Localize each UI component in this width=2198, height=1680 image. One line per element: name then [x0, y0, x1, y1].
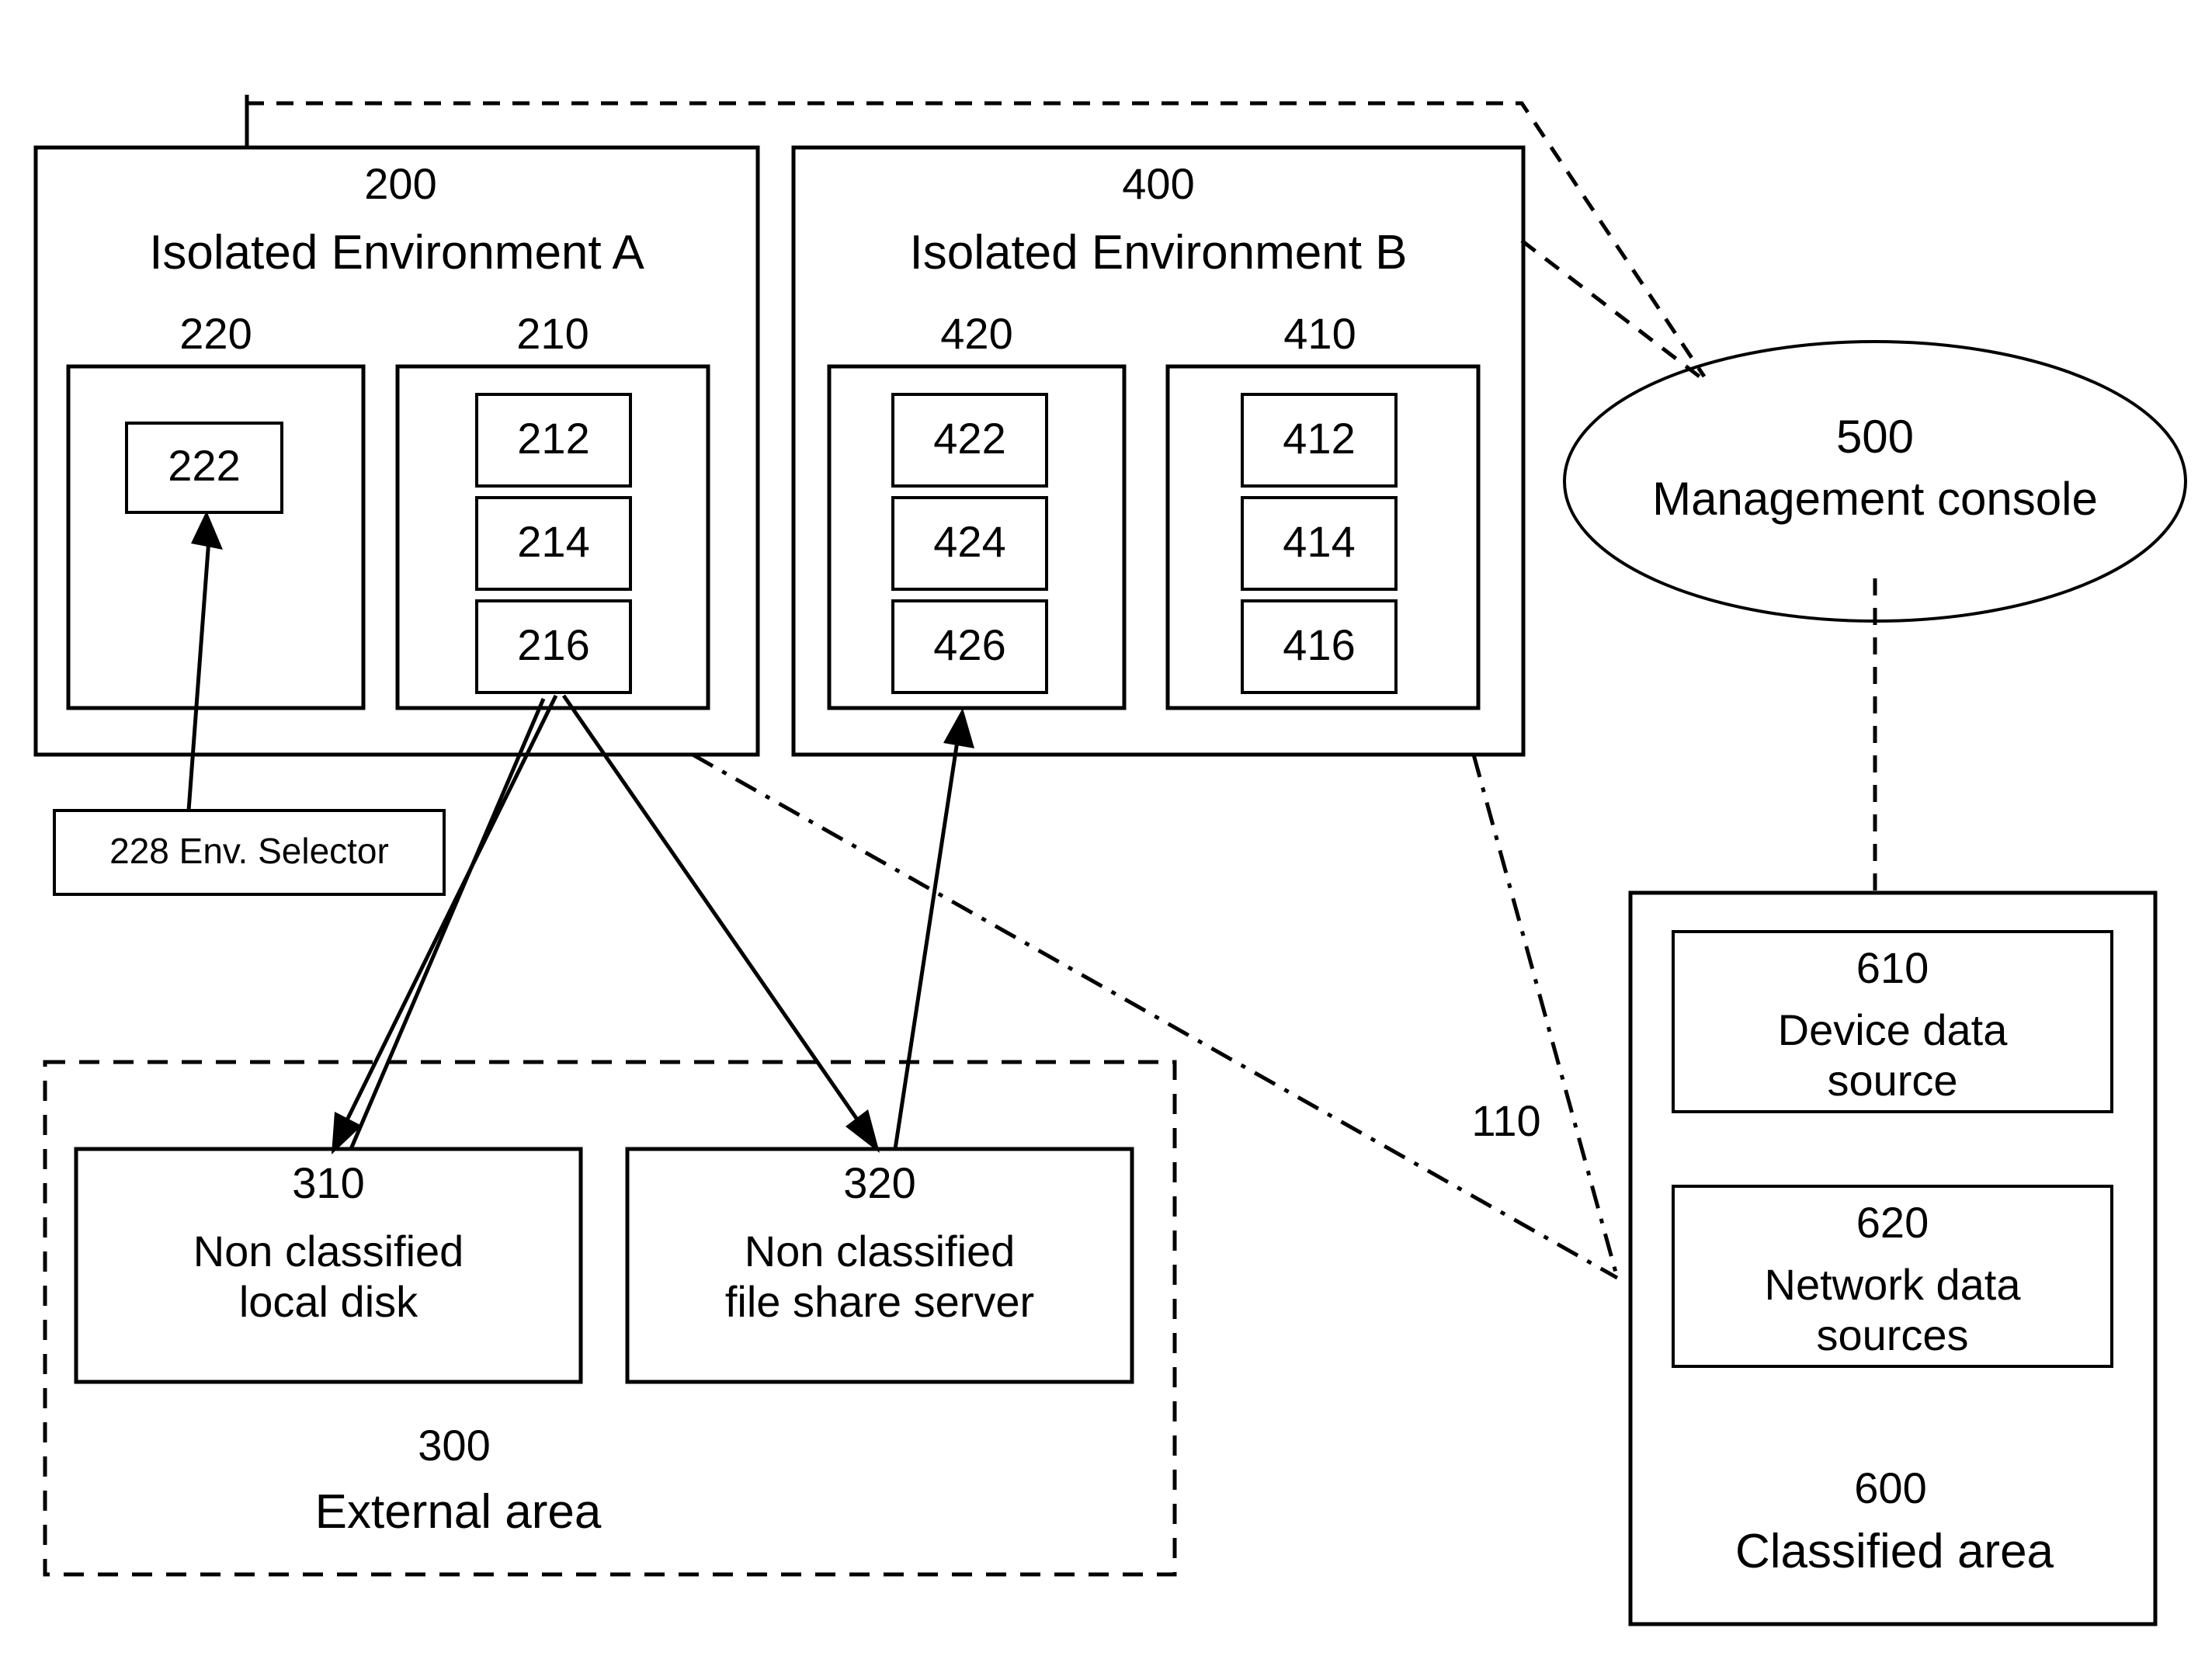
arrow-216-to-320 [561, 694, 880, 1153]
external-item-310-title-label: Non classified local disk [193, 1227, 464, 1326]
env-b-item-426-label: 426 [933, 620, 1006, 669]
env-a-group-220-ref-label: 220 [179, 309, 252, 358]
env-b-item-416-label: 416 [1283, 620, 1356, 669]
env-a-item-212-label: 212 [517, 414, 590, 463]
env-a-group-210-ref-label: 210 [516, 309, 589, 358]
external-area-title-label: External area [314, 1485, 602, 1539]
env-b-group-420-ref-label: 420 [940, 309, 1013, 358]
env-b-item-412-label: 412 [1283, 414, 1356, 463]
external-area-ref-label: 300 [418, 1421, 491, 1470]
classified-item-610-title-label: Device data source [1777, 1005, 2008, 1105]
env-b-ref-label: 400 [1122, 159, 1195, 208]
external-item-320-title-label: Non classified file share server [724, 1227, 1035, 1326]
management-console-title-label: Management console [1652, 473, 2098, 525]
env-b-group-410-ref-label: 410 [1283, 309, 1356, 358]
dashdot-link-env-b-to-classified [1471, 754, 1620, 1279]
classified-item-620-ref-label: 620 [1856, 1198, 1929, 1247]
network-link-ref-label: 110 [1471, 1096, 1541, 1145]
external-item-310-ref-label: 310 [292, 1158, 365, 1207]
external-item-320-ref-label: 320 [843, 1158, 916, 1207]
env-a-title-label: Isolated Environment A [149, 226, 644, 279]
classified-item-620-title-label: Network data sources [1764, 1260, 2021, 1359]
classified-area-ref-label: 600 [1854, 1463, 1927, 1512]
env-b-item-424-label: 424 [933, 517, 1006, 566]
classified-area-title-label: Classified area [1734, 1525, 2054, 1578]
management-console-ref-label: 500 [1835, 411, 1915, 463]
env-b-item-414-label: 414 [1283, 517, 1356, 566]
env-a-item-214-label: 214 [517, 517, 590, 566]
arrow-216-to-310 [332, 694, 558, 1154]
env-selector-label: 228 Env. Selector [109, 831, 389, 871]
classified-area-boundary [1628, 890, 2158, 1626]
arrow-310-upward [349, 698, 546, 1150]
arrow-selector-to-222 [186, 511, 223, 811]
env-a-ref-label: 200 [364, 159, 437, 208]
arrow-320-to-422 [893, 708, 974, 1150]
env-b-item-422-label: 422 [933, 414, 1006, 463]
classified-item-610-ref-label: 610 [1856, 943, 1929, 992]
env-a-item-216-label: 216 [517, 620, 590, 669]
dashed-link-env-b-to-console [1520, 239, 1708, 384]
figure-canvas: 200 Isolated Environment A 220 222 210 2… [0, 0, 2198, 1680]
env-b-title-label: Isolated Environment B [909, 226, 1408, 279]
env-a-item-222-label: 222 [168, 441, 241, 490]
